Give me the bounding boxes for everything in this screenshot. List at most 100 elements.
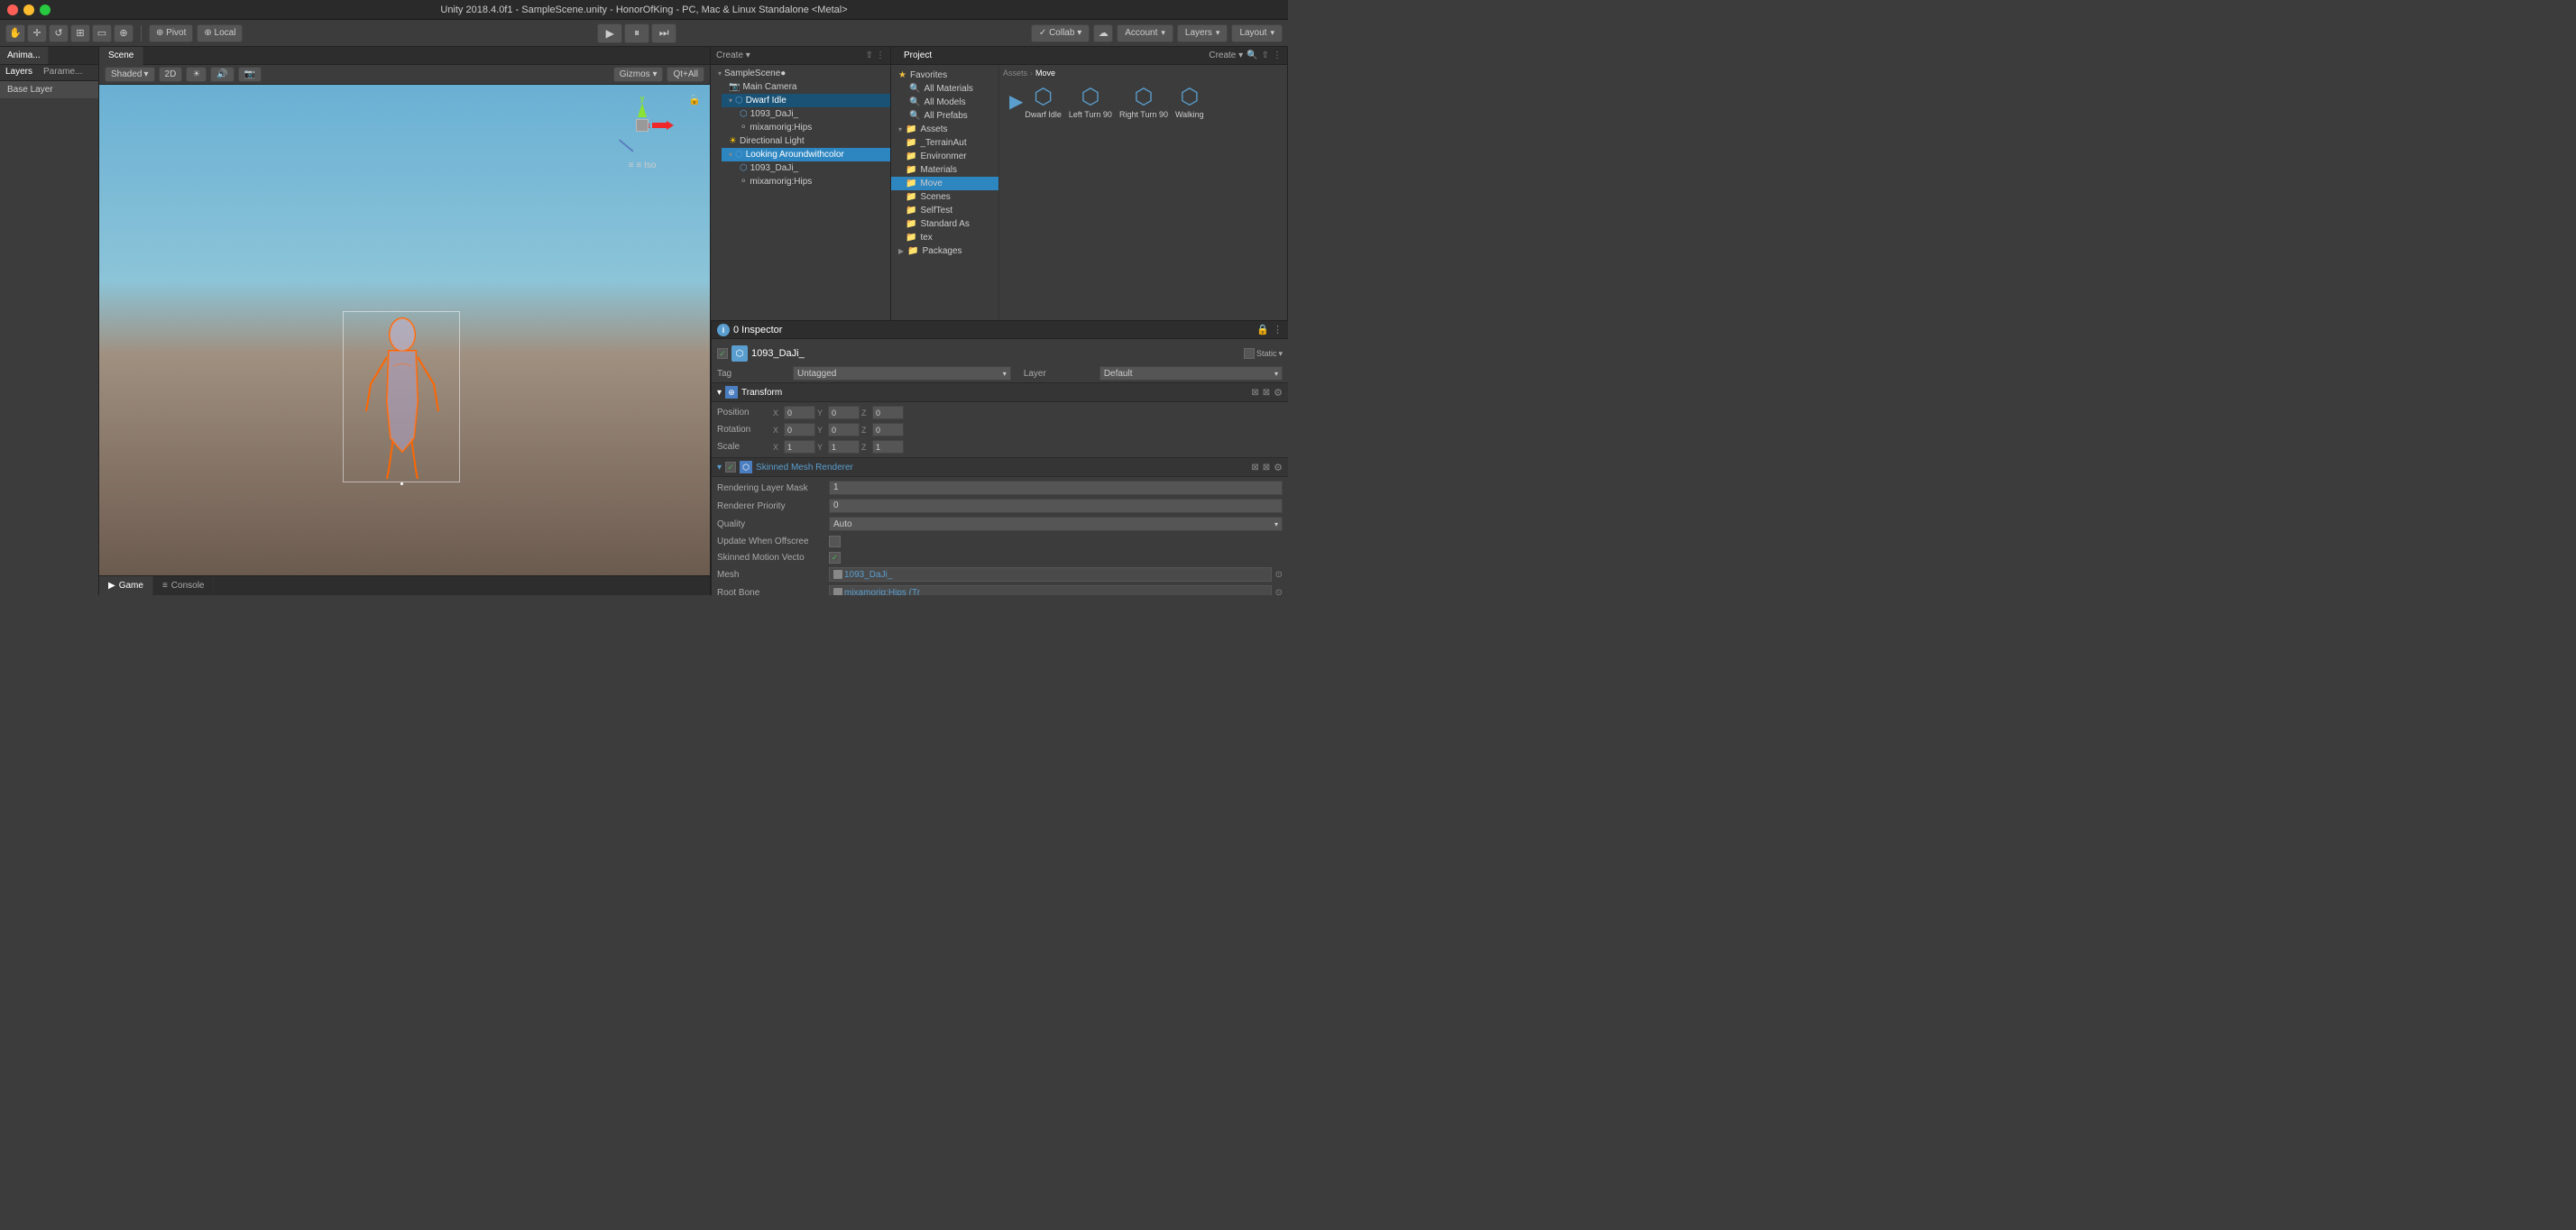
rect-tool-button[interactable]: ▭ [92, 24, 112, 42]
maximize-button[interactable] [40, 5, 51, 15]
animator-tab[interactable]: Anima... [0, 47, 49, 64]
step-button[interactable]: ⏭ [651, 23, 676, 43]
skinned-settings-1[interactable]: ⊠ [1251, 463, 1258, 473]
hierarchy-icon-1[interactable]: ⇧ [866, 50, 873, 60]
all-btn[interactable]: Qt+All [667, 67, 704, 82]
hierarchy-item-hips-2[interactable]: ⚬ mixamorig:Hips [732, 175, 890, 188]
move-tool-button[interactable]: ✛ [27, 24, 47, 42]
layers-subtab[interactable]: Layers [0, 65, 38, 80]
project-item-right-turn[interactable]: ⬡ Right Turn 90 [1117, 83, 1171, 120]
inspector-menu-icon[interactable]: ⋮ [1273, 324, 1283, 335]
sidebar-assets[interactable]: ▾ 📁 Assets [891, 123, 998, 136]
project-icon-1[interactable]: ⇧ [1262, 50, 1269, 60]
rot-y-input[interactable]: 0 [828, 423, 860, 436]
rot-z-input[interactable]: 0 [872, 423, 904, 436]
mesh-circle-icon[interactable]: ⊙ [1275, 570, 1283, 580]
pos-z-input[interactable]: 0 [872, 406, 904, 419]
object-active-checkbox[interactable]: ✓ [717, 348, 728, 359]
hierarchy-item-light[interactable]: ☀ Directional Light [722, 134, 890, 148]
sidebar-materials[interactable]: 📁 Materials [891, 163, 998, 177]
skinned-gear-icon[interactable]: ⚙ [1274, 462, 1283, 473]
play-button[interactable]: ▶ [597, 23, 622, 43]
hierarchy-item-looking-around[interactable]: ▾ ⬡ Looking Aroundwithcolor [722, 148, 890, 161]
account-dropdown[interactable]: Account [1117, 24, 1173, 42]
rotate-tool-button[interactable]: ↺ [49, 24, 69, 42]
sidebar-all-models[interactable]: 🔍 All Models [891, 96, 998, 109]
tag-dropdown[interactable]: Untagged [793, 366, 1011, 381]
window-controls[interactable] [7, 5, 51, 15]
hierarchy-create-btn[interactable]: Create ▾ [716, 50, 750, 60]
hierarchy-icon-2[interactable]: ⋮ [876, 50, 885, 60]
cloud-button[interactable]: ☁ [1093, 24, 1113, 42]
game-tab[interactable]: ▶ Game [99, 576, 153, 596]
quality-dropdown[interactable]: Auto [829, 517, 1283, 531]
hierarchy-item-1093[interactable]: ⬡ 1093_DaJi_ [732, 107, 890, 121]
sidebar-selftest[interactable]: 📁 SelfTest [891, 204, 998, 217]
sidebar-all-materials[interactable]: 🔍 All Materials [891, 82, 998, 96]
hierarchy-item-1093-2[interactable]: ⬡ 1093_DaJi_ [732, 161, 890, 175]
console-tab[interactable]: ≡ Console [153, 576, 215, 596]
static-checkbox[interactable] [1244, 348, 1255, 359]
static-dropdown-arrow[interactable]: ▾ [1278, 349, 1283, 359]
sidebar-favorites[interactable]: ★ Favorites [891, 69, 998, 82]
scene-tab[interactable]: Scene [99, 47, 143, 65]
project-item-walking[interactable]: ⬡ Walking [1173, 83, 1207, 120]
renderer-priority-input[interactable]: 0 [829, 499, 1283, 513]
sidebar-scenes[interactable]: 📁 Scenes [891, 190, 998, 204]
rendering-layer-mask-input[interactable]: 1 [829, 481, 1283, 495]
mesh-ref[interactable]: 1093_DaJi_ [829, 567, 1272, 582]
project-tab[interactable]: Project [897, 49, 939, 62]
sun-btn[interactable]: ☀ [186, 67, 207, 82]
root-bone-circle-icon[interactable]: ⊙ [1275, 588, 1283, 596]
skinned-mesh-header[interactable]: ▾ ✓ ⬡ Skinned Mesh Renderer ⊠ ⊠ ⚙ [712, 457, 1288, 477]
audio-btn[interactable]: 🔊 [210, 67, 234, 82]
hierarchy-item-hips-1[interactable]: ⚬ mixamorig:Hips [732, 121, 890, 134]
camera-scene-btn[interactable]: 📷 [238, 67, 262, 82]
transform-section-header[interactable]: ▾ ⊕ Transform ⊠ ⊠ ⚙ [712, 382, 1288, 402]
transform-gear-icon[interactable]: ⚙ [1274, 387, 1283, 399]
object-name[interactable]: 1093_DaJi_ [751, 348, 1240, 359]
transform-settings-1[interactable]: ⊠ [1251, 388, 1258, 398]
skinned-motion-checkbox[interactable]: ✓ [829, 552, 841, 564]
minimize-button[interactable] [23, 5, 34, 15]
scale-y-input[interactable]: 1 [828, 440, 860, 454]
scale-tool-button[interactable]: ⊞ [70, 24, 90, 42]
layout-dropdown[interactable]: Layout [1231, 24, 1283, 42]
scale-z-input[interactable]: 1 [872, 440, 904, 454]
rot-x-input[interactable]: 0 [784, 423, 815, 436]
project-item-left-turn[interactable]: ⬡ Left Turn 90 [1066, 83, 1115, 120]
project-icon-2[interactable]: ⋮ [1273, 50, 1282, 60]
skinned-settings-2[interactable]: ⊠ [1263, 463, 1270, 473]
layers-dropdown[interactable]: Layers [1177, 24, 1228, 42]
transform-settings-2[interactable]: ⊠ [1263, 388, 1270, 398]
hierarchy-item-camera[interactable]: 📷 Main Camera [722, 80, 890, 94]
close-button[interactable] [7, 5, 18, 15]
sidebar-environmer[interactable]: 📁 Environmer [891, 150, 998, 163]
collab-button[interactable]: ✓ Collab ▾ [1031, 24, 1090, 42]
scene-root-item[interactable]: ▾ SampleScene● [711, 67, 890, 80]
project-search-icon[interactable]: 🔍 [1247, 50, 1257, 60]
root-bone-ref[interactable]: mixamorig:Hips (Tr [829, 585, 1272, 595]
project-item-dwarf-idle[interactable]: ▶ ⬡ Dwarf Idle [1007, 83, 1064, 120]
pivot-button[interactable]: ⊕ Pivot [149, 24, 193, 42]
sidebar-move[interactable]: 📁 Move [891, 177, 998, 190]
local-button[interactable]: ⊕ Local [197, 24, 243, 42]
parameters-subtab[interactable]: Parame... [38, 65, 87, 80]
base-layer-item[interactable]: Base Layer [0, 81, 98, 99]
scene-lock-icon[interactable]: 🔒 [688, 94, 701, 106]
scale-x-input[interactable]: 1 [784, 440, 815, 454]
hand-tool-button[interactable]: ✋ [5, 24, 25, 42]
pos-x-input[interactable]: 0 [784, 406, 815, 419]
2d-toggle-btn[interactable]: 2D [159, 67, 183, 82]
skinned-enabled-checkbox[interactable]: ✓ [725, 462, 736, 473]
sidebar-all-prefabs[interactable]: 🔍 All Prefabs [891, 109, 998, 123]
gizmos-btn[interactable]: Gizmos ▾ [613, 67, 664, 82]
inspector-lock-icon[interactable]: 🔒 [1256, 324, 1269, 335]
sidebar-tex[interactable]: 📁 tex [891, 231, 998, 244]
update-offscreen-checkbox[interactable] [829, 536, 841, 547]
project-create-label[interactable]: Create ▾ [1209, 50, 1243, 60]
transform-tool-button[interactable]: ⊕ [114, 24, 133, 42]
sidebar-standard-as[interactable]: 📁 Standard As [891, 217, 998, 231]
scene-view[interactable]: y x ≡ ≡ Iso [99, 85, 710, 575]
layer-dropdown[interactable]: Default [1099, 366, 1283, 381]
